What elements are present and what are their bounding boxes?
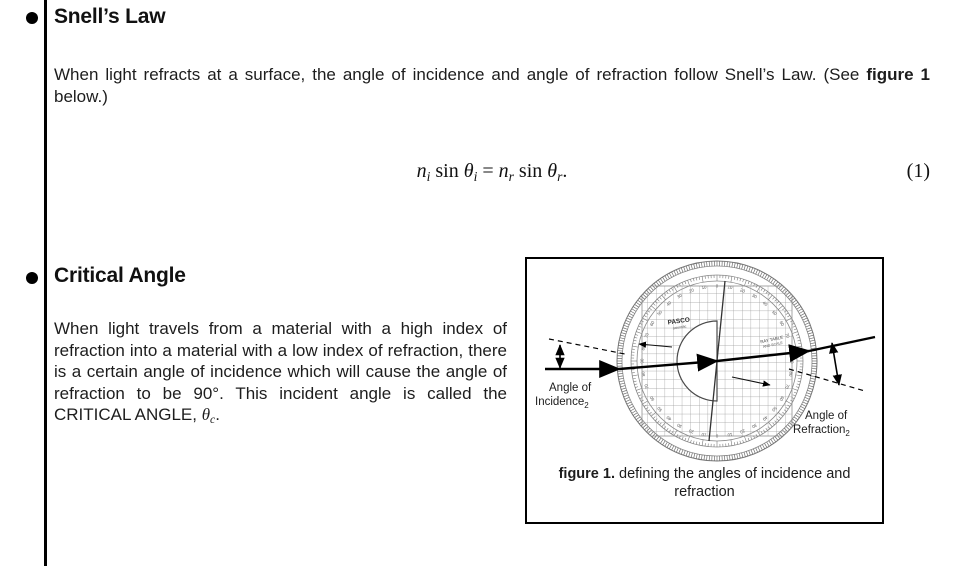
equation-number: (1) xyxy=(906,160,930,182)
paragraph-snells-law: When light refracts at a surface, the an… xyxy=(54,65,930,106)
section-title-critical-angle: Critical Angle xyxy=(54,264,186,287)
label-angle-of-incidence-line2: Incidence2 xyxy=(535,396,589,410)
figure-caption: figure 1. defining the angles of inciden… xyxy=(558,466,851,500)
equation-row: ni sin θi = nr sin θr. (1) xyxy=(54,160,930,194)
bullet-marker-snells-law xyxy=(26,12,38,24)
left-margin-rule xyxy=(44,0,47,566)
angle-of-refraction-marker xyxy=(829,342,842,386)
label-angle-of-refraction-line2: Refraction2 xyxy=(793,424,850,438)
label-angle-of-refraction-line1: Angle of xyxy=(805,410,848,422)
figure-panel: 0102030405060708090807060504030201001020… xyxy=(525,257,884,524)
bullet-marker-critical-angle xyxy=(26,272,38,284)
snells-law-equation: ni sin θi = nr sin θr. xyxy=(416,160,568,184)
refracted-ray xyxy=(808,335,876,353)
ray-table-diagram: 0102030405060708090807060504030201001020… xyxy=(535,260,876,462)
paragraph-critical-angle: When light travels from a material with … xyxy=(54,319,507,426)
label-angle-of-incidence-line1: Angle of xyxy=(549,382,592,394)
section-title-snells-law: Snell’s Law xyxy=(54,5,166,28)
